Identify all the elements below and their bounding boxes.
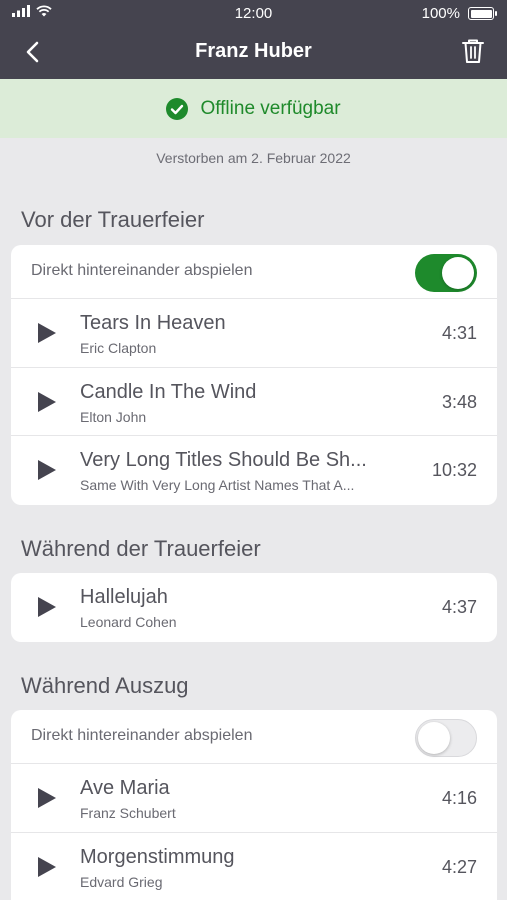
offline-banner: Offline verfügbar [0, 79, 507, 138]
playlist-card-before: Direkt hintereinander abspielen Tears In… [11, 245, 497, 505]
track-artist: Eric Clapton [80, 340, 157, 356]
play-icon[interactable] [37, 322, 57, 344]
track-row[interactable]: Very Long Titles Should Be Sh... Same Wi… [11, 436, 497, 505]
track-duration: 4:16 [441, 788, 477, 808]
playlist-card-exit: Direkt hintereinander abspielen Ave Mari… [11, 710, 497, 900]
track-artist: Elton John [80, 408, 147, 425]
section-title: Während der Trauerfeier [21, 536, 261, 561]
track-artist: Same With Very Long Artist Names That A.… [80, 477, 355, 493]
track-artist: Leonard Cohen [80, 614, 177, 630]
autoplay-label: Direkt hintereinander abspielen [31, 262, 253, 279]
track-row[interactable]: Hallelujah Leonard Cohen 4:37 [11, 573, 497, 642]
deceased-date: Verstorben am 2. Februar 2022 [156, 150, 351, 166]
track-title: Candle In The Wind [80, 380, 257, 403]
play-icon[interactable] [37, 787, 57, 809]
battery-icon [468, 7, 497, 20]
section-title: Vor der Trauerfeier [21, 207, 205, 232]
nav-header: 12:00 100% Franz Huber [0, 0, 507, 79]
track-duration: 4:27 [441, 856, 477, 877]
check-circle-icon [166, 97, 189, 120]
autoplay-toggle[interactable] [415, 719, 477, 757]
track-row[interactable]: Morgenstimmung Edvard Grieg 4:27 [11, 833, 497, 900]
track-title: Tears In Heaven [80, 312, 226, 334]
track-title: Morgenstimmung [80, 845, 235, 868]
play-icon[interactable] [37, 856, 57, 878]
track-row[interactable]: Ave Maria Franz Schubert 4:16 [11, 764, 497, 833]
track-artist: Edvard Grieg [80, 873, 163, 890]
battery-percentage: 100% [421, 5, 460, 22]
track-artist: Franz Schubert [80, 805, 176, 821]
track-duration: 4:31 [441, 323, 477, 343]
track-duration: 3:48 [441, 391, 477, 412]
playlist-card-during: Hallelujah Leonard Cohen 4:37 [11, 573, 497, 642]
track-title: Ave Maria [80, 777, 170, 799]
track-duration: 4:37 [441, 597, 477, 617]
section-title: Während Auszug [21, 673, 189, 698]
track-duration: 10:32 [431, 460, 477, 480]
play-icon[interactable] [37, 596, 57, 618]
autoplay-row: Direkt hintereinander abspielen [11, 710, 497, 764]
track-title: Very Long Titles Should Be Sh... [80, 449, 367, 471]
trash-icon[interactable] [461, 37, 485, 65]
autoplay-row: Direkt hintereinander abspielen [11, 245, 497, 299]
track-row[interactable]: Tears In Heaven Eric Clapton 4:31 [11, 299, 497, 368]
autoplay-label: Direkt hintereinander abspielen [31, 727, 253, 744]
track-title: Hallelujah [80, 586, 168, 608]
status-bar: 12:00 100% [0, 0, 507, 26]
offline-label: Offline verfügbar [200, 97, 341, 119]
page-title: Franz Huber [195, 40, 312, 62]
track-row[interactable]: Candle In The Wind Elton John 3:48 [11, 368, 497, 436]
play-icon[interactable] [37, 459, 57, 481]
play-icon[interactable] [37, 391, 57, 413]
autoplay-toggle[interactable] [415, 254, 477, 292]
